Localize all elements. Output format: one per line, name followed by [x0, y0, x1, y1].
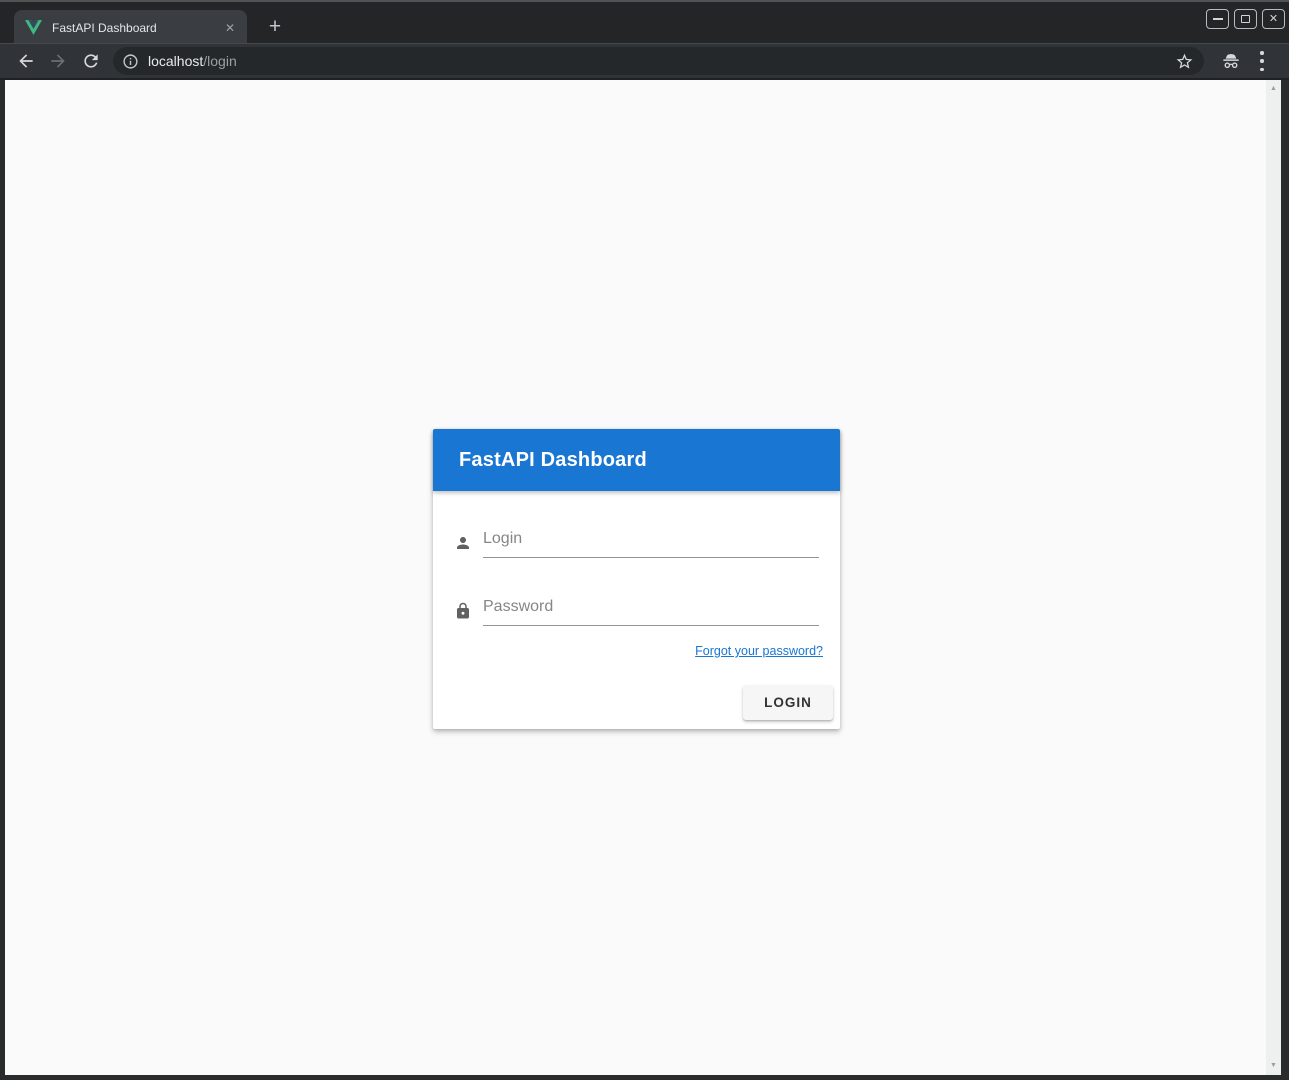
url-host: localhost — [148, 53, 203, 69]
login-button[interactable]: LOGIN — [743, 685, 833, 720]
login-field-row — [454, 524, 819, 558]
vue-logo-icon — [25, 20, 42, 35]
tab-title: FastAPI Dashboard — [52, 21, 221, 35]
maximize-icon — [1241, 15, 1250, 23]
person-icon — [454, 534, 472, 552]
reload-icon[interactable] — [81, 51, 101, 71]
login-input[interactable] — [483, 526, 819, 558]
page-scrollbar[interactable]: ▲ ▼ — [1266, 80, 1281, 1075]
browser-toolbar: localhost/login — [0, 44, 1289, 78]
lock-icon — [454, 602, 472, 620]
maximize-button[interactable] — [1234, 9, 1257, 29]
window-controls: ✕ — [1206, 9, 1285, 29]
password-field-row — [454, 592, 819, 626]
page-content: FastAPI Dashboard Forgot your password? … — [5, 80, 1266, 1075]
url-text[interactable]: localhost/login — [148, 53, 1175, 69]
new-tab-button[interactable]: + — [262, 14, 288, 40]
minimize-button[interactable] — [1206, 9, 1229, 29]
scroll-down-icon[interactable]: ▼ — [1266, 1059, 1281, 1073]
forgot-password-link[interactable]: Forgot your password? — [695, 644, 823, 658]
close-button[interactable]: ✕ — [1262, 9, 1285, 29]
url-bar[interactable]: localhost/login — [113, 47, 1204, 75]
browser-tab[interactable]: FastAPI Dashboard ✕ — [14, 10, 247, 45]
bookmark-star-icon[interactable] — [1175, 52, 1194, 71]
browser-window: FastAPI Dashboard ✕ + ✕ localhost/login — [0, 0, 1289, 1080]
forward-icon[interactable] — [48, 51, 68, 71]
close-icon: ✕ — [1269, 14, 1278, 25]
login-card-header: FastAPI Dashboard — [433, 429, 840, 491]
minimize-icon — [1213, 18, 1223, 20]
site-info-icon[interactable] — [122, 53, 139, 70]
scroll-up-icon[interactable]: ▲ — [1266, 82, 1281, 96]
login-card: FastAPI Dashboard Forgot your password? … — [433, 429, 840, 729]
tab-strip: FastAPI Dashboard ✕ + ✕ — [0, 2, 1289, 43]
url-path: /login — [203, 53, 236, 69]
tab-close-icon[interactable]: ✕ — [221, 19, 239, 37]
incognito-icon — [1220, 50, 1242, 72]
login-card-title: FastAPI Dashboard — [459, 449, 647, 472]
browser-menu-icon[interactable] — [1258, 51, 1266, 71]
password-input[interactable] — [483, 594, 819, 626]
back-icon[interactable] — [16, 51, 36, 71]
